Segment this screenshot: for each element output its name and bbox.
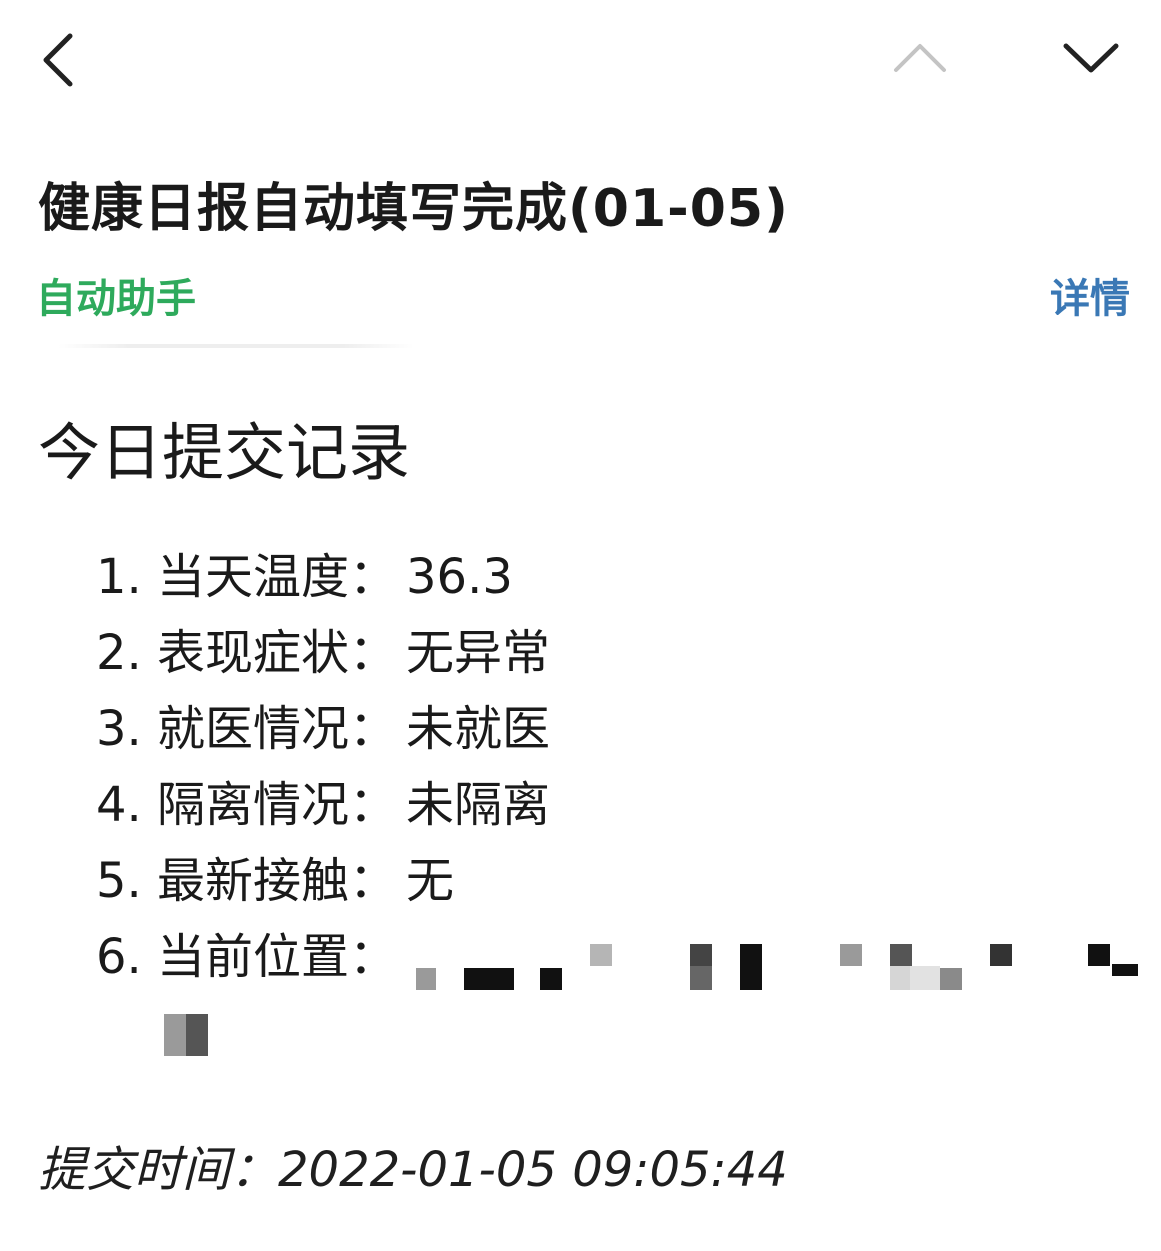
sender-name[interactable]: 自动助手 [36, 266, 196, 324]
record-value: 未就医 [406, 701, 551, 757]
chevron-left-icon [43, 33, 73, 87]
redacted-location-mosaic [164, 944, 1138, 1056]
back-button[interactable] [36, 30, 86, 90]
header-divider [58, 344, 414, 348]
record-label: 5. 最新接触： [96, 853, 398, 909]
record-value: 未隔离 [406, 777, 551, 833]
record-item-symptoms: 2. 表现症状： 无异常 [96, 620, 550, 696]
chevron-down-icon [1063, 43, 1119, 73]
previous-message-button[interactable] [888, 36, 952, 80]
record-value: 36.3 [406, 549, 513, 605]
record-label: 3. 就医情况： [96, 701, 398, 757]
submit-time: 提交时间：2022-01-05 09:05:44 [38, 1142, 788, 1198]
record-item-quarantine: 4. 隔离情况： 未隔离 [96, 772, 550, 848]
record-label: 2. 表现症状： [96, 625, 398, 681]
details-link[interactable]: 详情 [1050, 266, 1130, 324]
record-label: 4. 隔离情况： [96, 777, 398, 833]
record-value: 无异常 [406, 625, 551, 681]
record-item-contact: 5. 最新接触：无 [96, 848, 550, 924]
record-item-medical: 3. 就医情况： 未就医 [96, 696, 550, 772]
section-heading: 今日提交记录 [38, 416, 411, 489]
top-navigation-bar [0, 0, 1161, 120]
record-label: 1. 当天温度： [96, 549, 398, 605]
record-value: 无 [406, 853, 455, 909]
record-item-temperature: 1. 当天温度： 36.3 [96, 544, 550, 620]
chevron-up-icon [894, 44, 946, 72]
message-title: 健康日报自动填写完成(01-05) [38, 179, 789, 239]
next-message-button[interactable] [1058, 36, 1124, 80]
